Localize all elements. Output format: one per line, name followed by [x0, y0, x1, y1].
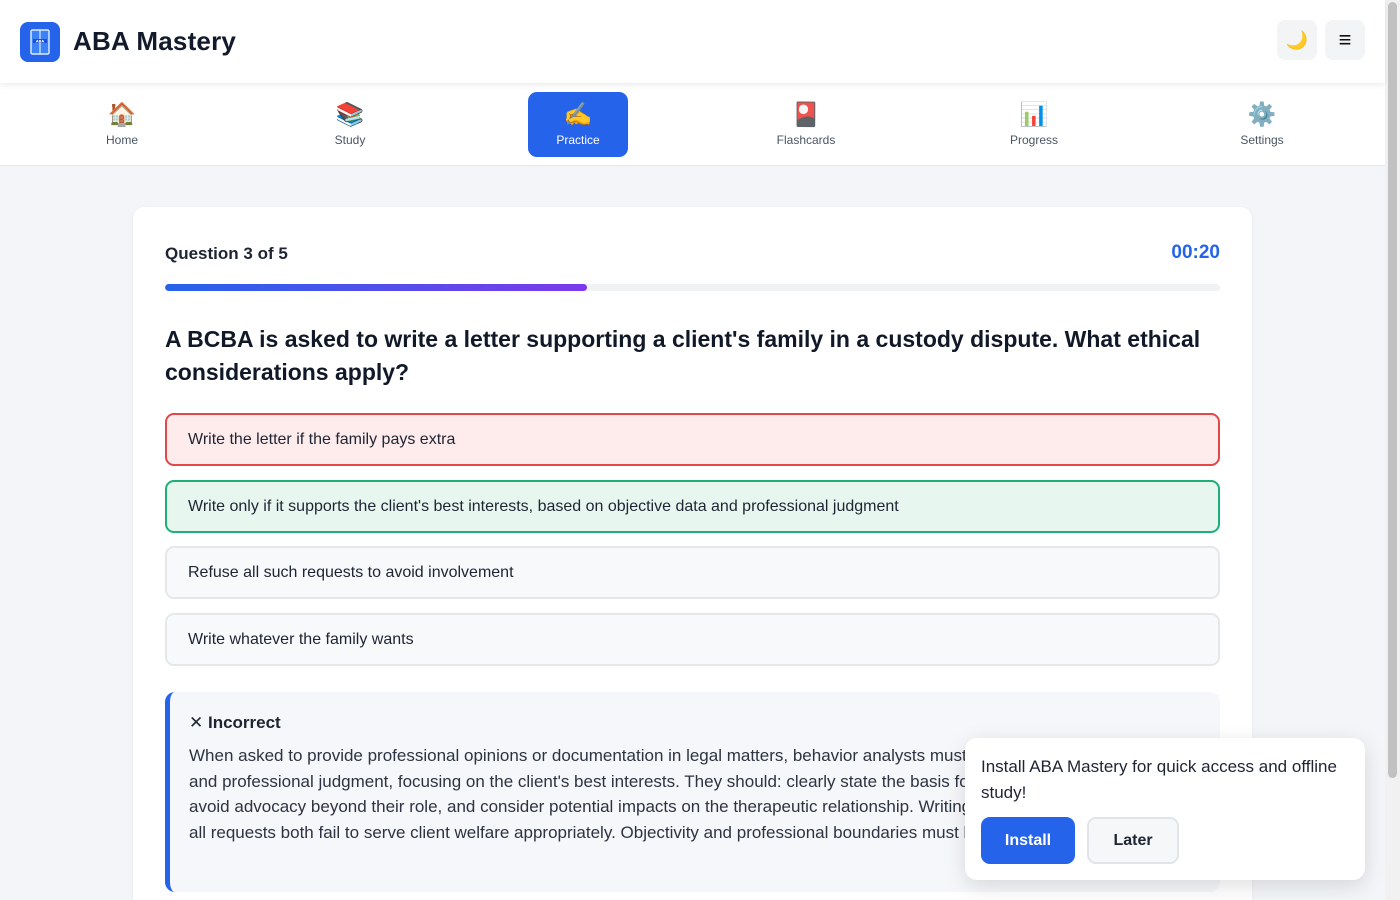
- hamburger-menu-icon: ≡: [1338, 27, 1352, 52]
- install-message: Install ABA Mastery for quick access and…: [981, 757, 1337, 802]
- nav-label: Study: [334, 133, 366, 147]
- answer-option-text: Write whatever the family wants: [188, 630, 414, 648]
- gear-icon: ⚙️: [1247, 101, 1277, 127]
- book-icon: ABA: [30, 28, 50, 55]
- question-counter: Question 3 of 5: [165, 244, 288, 263]
- nav-item-progress[interactable]: 📊 Progress: [984, 92, 1084, 157]
- nav-item-flashcards[interactable]: 🎴 Flashcards: [756, 92, 856, 157]
- answer-option-correct[interactable]: Write only if it supports the client's b…: [165, 480, 1220, 533]
- theme-toggle-button[interactable]: 🌙: [1277, 20, 1317, 60]
- quiz-progress-bar: [165, 284, 1220, 291]
- nav-item-home[interactable]: 🏠 Home: [72, 92, 172, 157]
- main-nav: 🏠 Home 📚 Study ✍️ Practice 🎴 Flashcards …: [0, 83, 1385, 166]
- nav-label: Home: [105, 133, 138, 147]
- answer-option[interactable]: Refuse all such requests to avoid involv…: [165, 546, 1220, 599]
- app-title: ABA Mastery: [73, 26, 237, 56]
- app-logo[interactable]: ABA: [20, 21, 60, 62]
- nav-label: Progress: [1009, 133, 1059, 147]
- home-icon: 🏠: [107, 101, 137, 127]
- answer-option-text: Refuse all such requests to avoid involv…: [188, 563, 514, 581]
- answer-option-text: Write only if it supports the client's b…: [188, 497, 899, 515]
- books-icon: 📚: [335, 101, 365, 127]
- nav-item-practice[interactable]: ✍️ Practice: [528, 92, 628, 157]
- nav-item-settings[interactable]: ⚙️ Settings: [1212, 92, 1312, 157]
- nav-item-study[interactable]: 📚 Study: [300, 92, 400, 157]
- nav-label: Practice: [556, 133, 600, 147]
- install-prompt: Install ABA Mastery for quick access and…: [965, 738, 1365, 880]
- header-actions: 🌙 ≡: [1277, 20, 1365, 60]
- app-header: ABA ABA Mastery 🌙 ≡: [0, 0, 1385, 83]
- answer-option-text: Write the letter if the family pays extr…: [188, 430, 456, 448]
- page-scrollbar[interactable]: [1385, 0, 1400, 900]
- quiz-progress-fill: [165, 284, 587, 291]
- menu-button[interactable]: ≡: [1325, 20, 1365, 60]
- answer-option[interactable]: Write whatever the family wants: [165, 613, 1220, 666]
- install-actions: Install Later: [981, 817, 1179, 864]
- feedback-title: ✕ Incorrect: [189, 713, 281, 732]
- answer-option-incorrect[interactable]: Write the letter if the family pays extr…: [165, 413, 1220, 466]
- later-button[interactable]: Later: [1087, 817, 1179, 864]
- writing-hand-icon: ✍️: [563, 101, 593, 127]
- svg-text:ABA: ABA: [36, 39, 45, 43]
- flashcards-icon: 🎴: [791, 101, 821, 127]
- nav-label: Flashcards: [776, 133, 836, 147]
- moon-icon: 🌙: [1285, 29, 1309, 50]
- bar-chart-icon: 📊: [1019, 101, 1049, 127]
- question-text: A BCBA is asked to write a letter suppor…: [165, 326, 1201, 385]
- install-button[interactable]: Install: [981, 817, 1075, 864]
- quiz-timer: 00:20: [1171, 242, 1220, 263]
- scrollbar-thumb[interactable]: [1388, 2, 1397, 778]
- nav-label: Settings: [1240, 133, 1284, 147]
